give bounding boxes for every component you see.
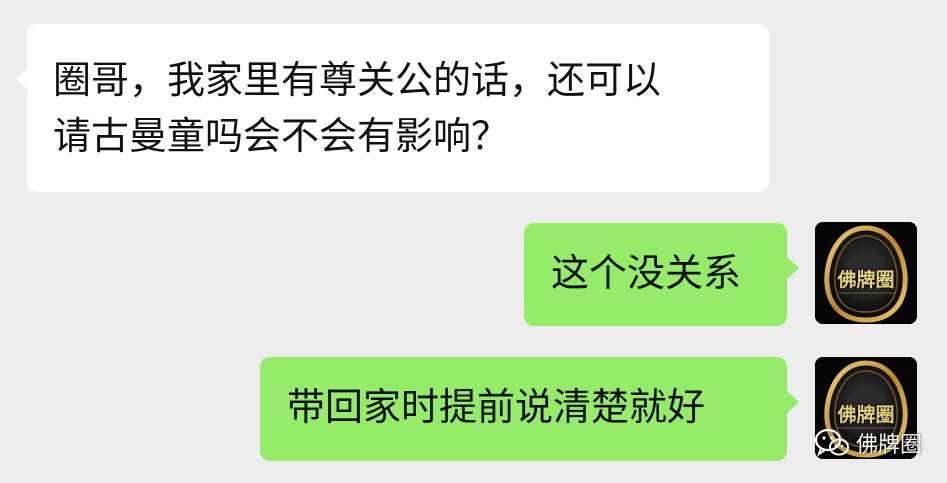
avatar-label: 佛牌圈 <box>837 404 895 426</box>
message-text-line: 圈哥，我家里有尊关公的话，还可以 <box>53 58 662 102</box>
incoming-message-bubble[interactable]: 圈哥，我家里有尊关公的话，还可以 请古曼童吗会不会有影响？ <box>16 24 769 192</box>
message-text: 这个没关系 <box>551 251 742 295</box>
outgoing-message-bubble[interactable]: 这个没关系 <box>524 223 799 326</box>
avatar-divider <box>837 292 895 294</box>
avatar-label: 佛牌圈 <box>837 269 895 291</box>
watermark-text: 佛牌圈 <box>856 433 923 458</box>
watermark: 佛牌圈 <box>814 424 922 462</box>
wechat-icon <box>814 428 849 457</box>
outgoing-message-bubble[interactable]: 带回家时提前说清楚就好 <box>260 357 799 461</box>
message-text-line: 请古曼童吗会不会有影响？ <box>53 114 510 158</box>
message-text: 带回家时提前说清楚就好 <box>287 385 706 429</box>
avatar[interactable]: 佛牌圈 <box>815 222 917 324</box>
